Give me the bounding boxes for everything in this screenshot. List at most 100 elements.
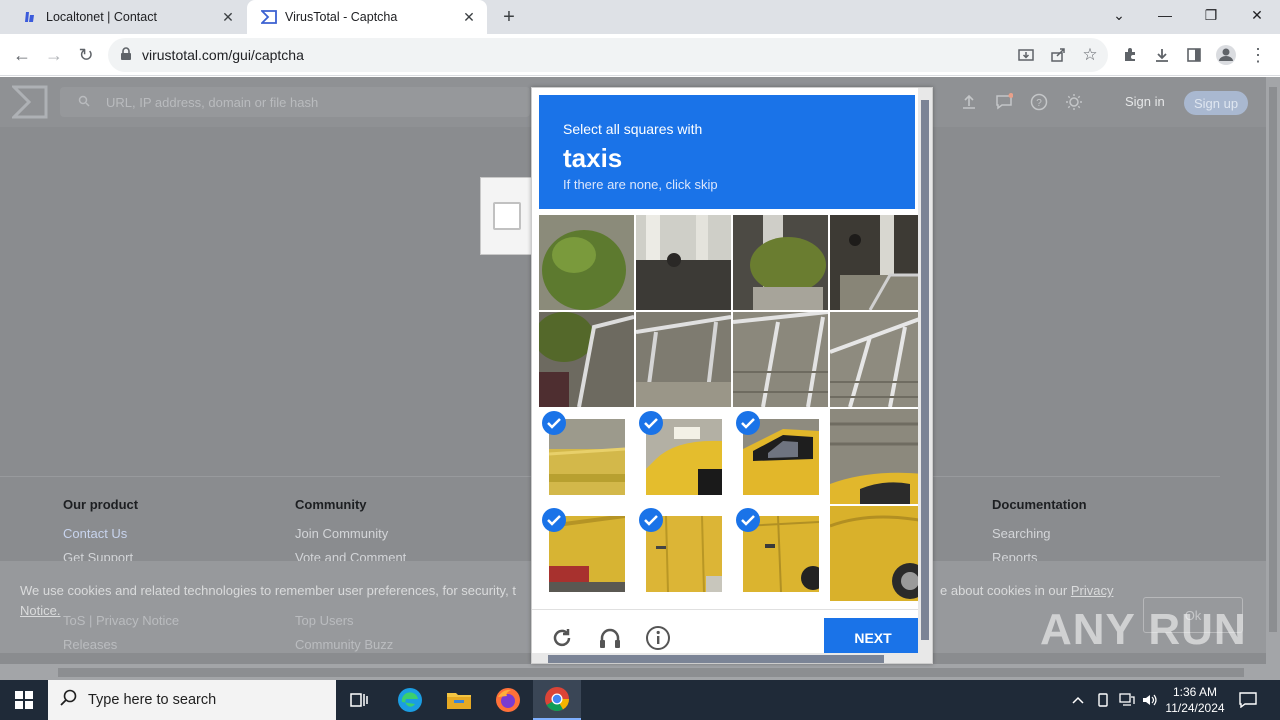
chat-icon[interactable] xyxy=(993,91,1015,113)
footer-link[interactable]: Join Community xyxy=(295,526,406,541)
challenge-tile[interactable] xyxy=(733,215,828,310)
recaptcha-challenge-popup: Select all squares with taxis If there a… xyxy=(531,87,933,664)
footer-faded-links: Top Users Community Buzz xyxy=(295,613,394,652)
install-app-icon[interactable] xyxy=(1013,42,1039,68)
challenge-tile[interactable] xyxy=(636,312,731,407)
clock-date: 11/24/2024 xyxy=(1165,701,1225,715)
system-clock[interactable]: 1:36 AM 11/24/2024 xyxy=(1158,684,1232,716)
clock-time: 1:36 AM xyxy=(1172,685,1218,699)
search-icon xyxy=(60,689,78,711)
challenge-horizontal-scrollbar[interactable] xyxy=(532,653,932,663)
challenge-footer-divider xyxy=(532,609,932,610)
windows-start-icon[interactable] xyxy=(0,680,48,720)
address-bar[interactable]: virustotal.com/gui/captcha xyxy=(108,38,1108,72)
challenge-tile[interactable] xyxy=(733,312,828,407)
footer-link[interactable]: Contact Us xyxy=(63,526,138,541)
bookmark-star-icon[interactable]: ☆ xyxy=(1077,42,1103,68)
recaptcha-checkbox-widget xyxy=(480,177,534,255)
upload-icon[interactable] xyxy=(958,91,980,113)
challenge-vertical-scrollbar[interactable] xyxy=(918,88,932,653)
footer-heading: Our product xyxy=(63,497,139,512)
reload-icon[interactable]: ↻ xyxy=(72,41,100,69)
downloads-icon[interactable] xyxy=(1149,42,1175,68)
challenge-header: Select all squares with taxis If there a… xyxy=(539,95,915,209)
close-tab-icon[interactable]: ✕ xyxy=(218,7,238,27)
reload-challenge-icon[interactable] xyxy=(548,624,576,652)
challenge-tile[interactable] xyxy=(830,409,925,504)
network-icon[interactable] xyxy=(1117,690,1137,710)
challenge-tile-selected[interactable] xyxy=(733,506,828,601)
checkmark-icon xyxy=(639,508,663,532)
sign-up-button[interactable]: Sign up xyxy=(1184,91,1248,115)
challenge-target: taxis xyxy=(563,143,623,173)
tab-localtonet[interactable]: Localtonet | Contact ✕ xyxy=(8,0,246,34)
challenge-tile[interactable] xyxy=(539,312,634,407)
side-panel-icon[interactable] xyxy=(1181,42,1207,68)
volume-icon[interactable] xyxy=(1140,690,1160,710)
browser-toolbar: ← → ↻ virustotal.com/gui/captcha ☆ ⋮ xyxy=(0,34,1280,76)
file-explorer-icon[interactable] xyxy=(435,680,483,720)
theme-toggle-icon[interactable] xyxy=(1063,91,1085,113)
close-tab-icon[interactable]: ✕ xyxy=(459,7,479,27)
footer-heading: Community xyxy=(295,497,367,512)
tab-virustotal[interactable]: VirusTotal - Captcha ✕ xyxy=(247,0,487,34)
privacy-link[interactable]: Privacy xyxy=(1071,583,1114,598)
virustotal-logo-icon[interactable] xyxy=(10,85,48,119)
footer-heading: Documentation xyxy=(992,497,1087,512)
svg-text:?: ? xyxy=(1036,98,1042,109)
share-icon[interactable] xyxy=(1045,42,1071,68)
audio-challenge-icon[interactable] xyxy=(596,624,624,652)
cookie-notice-link[interactable]: Notice. xyxy=(20,603,60,618)
tray-overflow-chevron-icon[interactable] xyxy=(1068,690,1088,710)
challenge-tile-selected[interactable] xyxy=(733,409,828,504)
task-view-icon[interactable] xyxy=(336,680,384,720)
challenge-tile[interactable] xyxy=(539,215,634,310)
firefox-icon[interactable] xyxy=(484,680,532,720)
info-icon[interactable] xyxy=(644,624,672,652)
challenge-tile-selected[interactable] xyxy=(539,409,634,504)
challenge-tile[interactable] xyxy=(636,215,731,310)
challenge-tile-selected[interactable] xyxy=(539,506,634,601)
url-text: virustotal.com/gui/captcha xyxy=(142,47,304,63)
page-vertical-scrollbar[interactable] xyxy=(1266,77,1280,664)
sign-in-link[interactable]: Sign in xyxy=(1125,94,1165,109)
footer-link[interactable]: Searching xyxy=(992,526,1087,541)
anyrun-watermark: ANY RUN xyxy=(1040,605,1247,654)
challenge-tile[interactable] xyxy=(830,215,925,310)
challenge-hint: If there are none, click skip xyxy=(563,177,718,192)
challenge-tile[interactable] xyxy=(830,312,925,407)
challenge-tile-selected[interactable] xyxy=(636,409,731,504)
recaptcha-checkbox[interactable] xyxy=(493,202,521,230)
challenge-instruction: Select all squares with xyxy=(563,121,703,137)
menu-kebab-icon[interactable]: ⋮ xyxy=(1245,42,1271,68)
extensions-icon[interactable] xyxy=(1117,42,1143,68)
virustotal-favicon-icon xyxy=(261,9,277,25)
profile-avatar-icon[interactable] xyxy=(1213,42,1239,68)
cookie-text-right: e about cookies in our Privacy xyxy=(940,583,1114,598)
device-icon[interactable] xyxy=(1093,690,1113,710)
checkmark-icon xyxy=(542,411,566,435)
checkmark-icon xyxy=(736,508,760,532)
lock-icon xyxy=(120,46,132,64)
restore-icon[interactable]: ❐ xyxy=(1188,0,1234,30)
challenge-tile[interactable] xyxy=(830,506,925,601)
close-window-icon[interactable]: ✕ xyxy=(1234,0,1280,30)
page-horizontal-scrollbar[interactable] xyxy=(0,664,1280,680)
new-tab-icon[interactable]: + xyxy=(498,6,520,28)
back-icon[interactable]: ← xyxy=(8,41,36,69)
minimize-icon[interactable]: — xyxy=(1142,0,1188,30)
next-button[interactable]: NEXT xyxy=(824,618,922,658)
challenge-tile-selected[interactable] xyxy=(636,506,731,601)
notifications-icon[interactable] xyxy=(1238,690,1258,710)
tab-title: Localtonet | Contact xyxy=(46,10,157,24)
search-placeholder: URL, IP address, domain or file hash xyxy=(106,94,319,110)
virustotal-search-input[interactable]: URL, IP address, domain or file hash xyxy=(60,87,530,117)
tab-strip: Localtonet | Contact ✕ VirusTotal - Capt… xyxy=(0,0,1280,34)
help-icon[interactable]: ? xyxy=(1028,91,1050,113)
forward-icon[interactable]: → xyxy=(40,41,68,69)
taskbar-search-input[interactable]: Type here to search xyxy=(48,680,336,720)
tab-search-chevron-icon[interactable]: ⌄ xyxy=(1096,0,1142,30)
edge-browser-icon[interactable] xyxy=(386,680,434,720)
tab-title: VirusTotal - Captcha xyxy=(285,10,398,24)
chrome-icon[interactable] xyxy=(533,680,581,720)
